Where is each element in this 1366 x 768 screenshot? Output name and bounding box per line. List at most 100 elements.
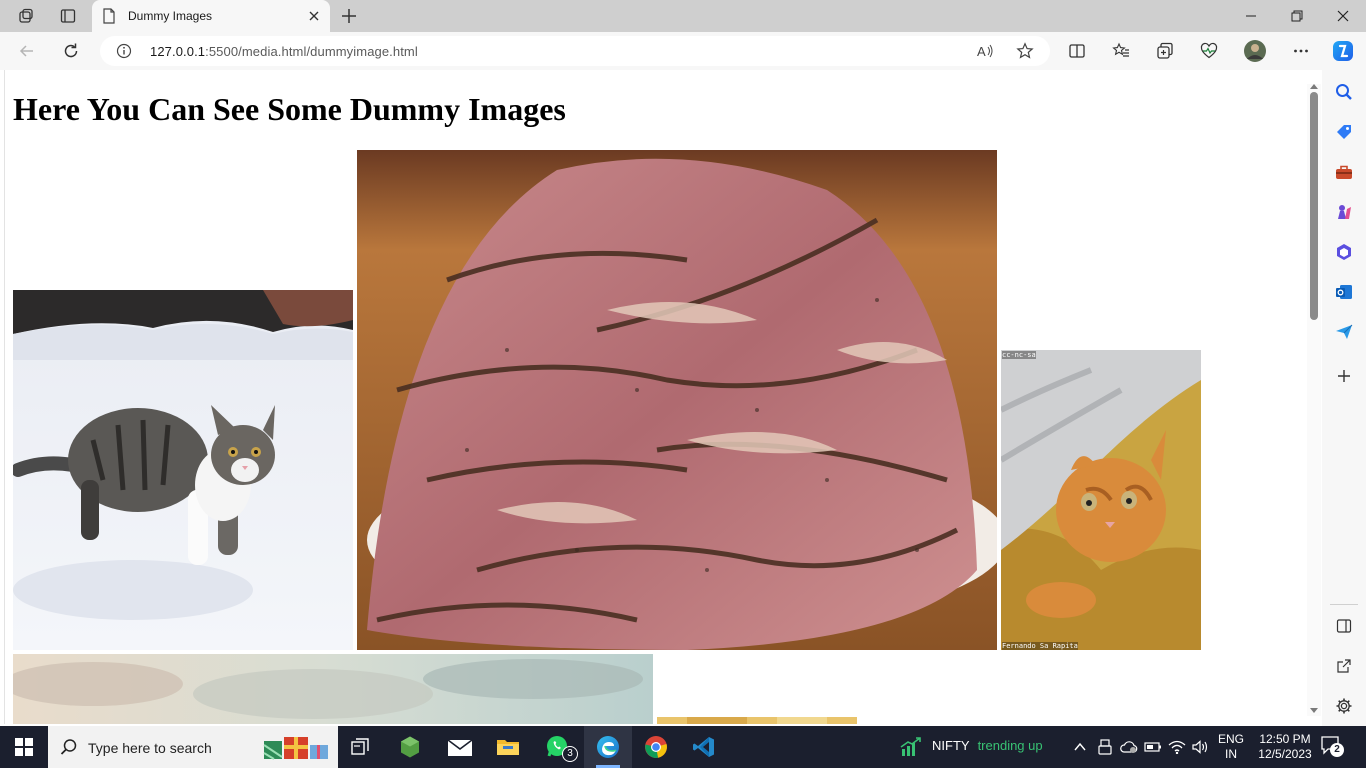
search-icon <box>60 739 77 755</box>
stock-chart-icon <box>900 737 921 756</box>
chevron-up-icon <box>1074 742 1086 751</box>
minimize-button[interactable] <box>1228 0 1274 32</box>
sidebar-search-button[interactable] <box>1334 82 1354 102</box>
browser-toolbar: 127.0.0.1:5500/media.html/dummyimage.htm… <box>0 32 1366 70</box>
cat-under-blanket-picture <box>1001 350 1201 650</box>
paper-plane-icon <box>1336 324 1353 339</box>
stock-trend: trending up <box>977 738 1043 753</box>
notification-badge: 2 <box>1330 743 1344 757</box>
sidebar-tools-button[interactable] <box>1334 162 1354 182</box>
svg-text:A: A <box>977 44 986 59</box>
gear-icon <box>1336 698 1352 714</box>
close-icon <box>1337 10 1349 22</box>
url-host: 127.0.0.1 <box>150 44 206 59</box>
collections-icon <box>1157 42 1173 59</box>
sidebar-divider <box>1330 604 1358 605</box>
new-tab-button[interactable] <box>338 5 360 32</box>
edge-browser-icon <box>597 736 619 758</box>
windows-taskbar: Type here to search 3 NIFTY trending up <box>0 726 1366 768</box>
taskbar-search-box[interactable]: Type here to search <box>48 726 338 768</box>
usb-device-icon <box>1098 739 1112 755</box>
start-button[interactable] <box>0 726 48 768</box>
hide-sidebar-button[interactable] <box>1334 616 1354 636</box>
search-placeholder: Type here to search <box>88 740 212 756</box>
sidebar-microsoft365-button[interactable] <box>1334 242 1354 262</box>
show-hidden-icons-button[interactable] <box>1070 726 1090 768</box>
site-info-icon[interactable] <box>116 43 132 59</box>
copilot-button[interactable] <box>1328 37 1358 65</box>
clock-date: 12/5/2023 <box>1258 747 1312 761</box>
sidebar-shopping-button[interactable] <box>1334 122 1354 142</box>
restore-button[interactable] <box>1274 0 1320 32</box>
sidebar-outlook-button[interactable] <box>1334 282 1354 302</box>
license-tag-text: cc-nc-sa <box>1002 351 1036 359</box>
open-external-button[interactable] <box>1334 656 1354 676</box>
sidebar-settings-button[interactable] <box>1334 696 1354 716</box>
cat-under-blanket-image: cc-nc-sa Fernando Sa Rapita <box>1001 350 1201 650</box>
back-button[interactable] <box>12 37 42 65</box>
tray-onedrive-button[interactable] <box>1118 726 1140 768</box>
taskbar-vscode[interactable] <box>680 726 728 768</box>
split-screen-icon <box>1069 44 1085 58</box>
scroll-up-icon[interactable] <box>1310 83 1318 89</box>
taskbar-clock[interactable]: 12:50 PM 12/5/2023 <box>1256 732 1314 762</box>
outlook-icon <box>1336 285 1352 299</box>
close-window-button[interactable] <box>1320 0 1366 32</box>
more-dots-icon <box>1294 49 1308 53</box>
taskbar-nodejs-app[interactable] <box>386 726 434 768</box>
tab-title: Dummy Images <box>128 9 213 23</box>
avatar <box>1244 40 1266 62</box>
taskbar-mail-app[interactable] <box>436 726 484 768</box>
clock-time: 12:50 PM <box>1259 732 1311 746</box>
battery-icon <box>1144 742 1161 752</box>
photo-credit-text: Fernando Sa Rapita <box>1002 642 1078 650</box>
scroll-down-icon[interactable] <box>1310 708 1318 714</box>
tray-volume-button[interactable] <box>1190 726 1212 768</box>
sidebar-drop-button[interactable] <box>1334 322 1354 342</box>
taskbar-chrome[interactable] <box>632 726 680 768</box>
favorites-button[interactable] <box>1106 37 1136 65</box>
whatsapp-badge: 3 <box>562 746 578 762</box>
read-aloud-icon[interactable]: A <box>976 42 994 60</box>
settings-more-button[interactable] <box>1286 37 1316 65</box>
profile-button[interactable] <box>1240 37 1270 65</box>
input-language-indicator[interactable]: ENG IN <box>1218 732 1244 762</box>
cloudy-sky-image <box>13 654 653 724</box>
notification-center-button[interactable]: 2 <box>1320 734 1344 761</box>
chess-piece-icon <box>1338 205 1351 219</box>
tab-actions-button[interactable] <box>54 4 82 28</box>
cloudy-sky-picture <box>13 654 653 724</box>
speaker-icon <box>1192 740 1208 754</box>
sidebar-add-button[interactable] <box>1334 366 1354 386</box>
close-tab-icon[interactable] <box>306 8 322 24</box>
back-arrow-icon <box>19 45 33 57</box>
collections-button[interactable] <box>1150 37 1180 65</box>
refresh-button[interactable] <box>56 37 86 65</box>
workspaces-button[interactable] <box>12 4 40 28</box>
tray-usb-button[interactable] <box>1094 726 1116 768</box>
tray-wifi-button[interactable] <box>1166 726 1188 768</box>
taskbar-file-explorer[interactable] <box>484 726 532 768</box>
task-view-button[interactable] <box>336 726 384 768</box>
favorite-star-icon[interactable] <box>1016 42 1034 60</box>
sidebar-games-button[interactable] <box>1334 202 1354 222</box>
address-bar[interactable]: 127.0.0.1:5500/media.html/dummyimage.htm… <box>100 36 1050 66</box>
page-scrollbar[interactable] <box>1307 84 1321 716</box>
folder-icon <box>497 740 519 755</box>
taskbar-whatsapp[interactable]: 3 <box>534 726 582 768</box>
scrollbar-thumb[interactable] <box>1310 92 1318 320</box>
url-text: 127.0.0.1:5500/media.html/dummyimage.htm… <box>150 44 418 59</box>
windows-logo-icon <box>15 738 33 756</box>
golden-food-image <box>657 714 857 724</box>
workspaces-icon <box>19 8 33 23</box>
tab-dummy-images[interactable]: Dummy Images <box>92 0 330 32</box>
browser-essentials-button[interactable] <box>1194 37 1224 65</box>
heart-pulse-icon <box>1200 42 1218 59</box>
stock-widget[interactable]: NIFTY trending up <box>932 738 1043 753</box>
tray-battery-button[interactable] <box>1142 726 1164 768</box>
taskbar-edge[interactable] <box>584 726 632 768</box>
stock-name: NIFTY <box>932 738 970 753</box>
chrome-icon <box>645 736 667 758</box>
minimize-icon <box>1246 15 1256 17</box>
split-screen-button[interactable] <box>1062 37 1092 65</box>
